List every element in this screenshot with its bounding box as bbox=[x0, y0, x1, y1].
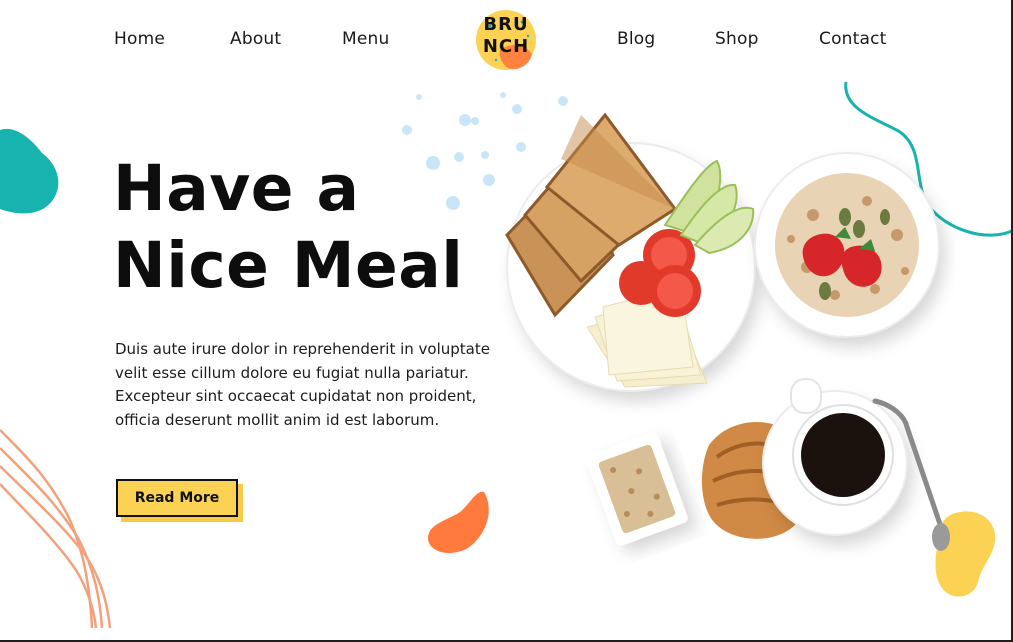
hero-headline: Have a Nice Meal bbox=[113, 150, 463, 304]
landing-page: Home About Menu BRU NCH Blog Shop Contac… bbox=[0, 0, 1013, 642]
description-line: velit esse cillum dolore eu fugiat nulla… bbox=[115, 363, 469, 382]
description-line: officia deserunt mollit anim id est labo… bbox=[115, 410, 440, 429]
read-more-button[interactable]: Read More bbox=[116, 479, 238, 517]
oats-dish bbox=[586, 432, 688, 546]
description-line: Excepteur sint occaecat cupidatat non pr… bbox=[115, 387, 477, 405]
granola-bowl bbox=[754, 152, 940, 338]
peach-wavy-lines bbox=[0, 429, 112, 629]
breakfast-plate bbox=[505, 112, 756, 392]
nav-home[interactable]: Home bbox=[114, 28, 165, 50]
brunch-logo[interactable]: BRU NCH bbox=[470, 6, 542, 74]
logo-line-2: NCH bbox=[482, 36, 530, 57]
nav-shop[interactable]: Shop bbox=[715, 28, 759, 50]
read-more-button-wrap: Read More bbox=[116, 479, 243, 522]
teal-blob-shape bbox=[0, 128, 59, 214]
logo-line-1: BRU bbox=[483, 14, 529, 35]
nav-contact[interactable]: Contact bbox=[819, 28, 887, 50]
headline-line-2: Nice Meal bbox=[113, 229, 464, 302]
nav-about[interactable]: About bbox=[230, 28, 281, 50]
logo-wordmark: BRU NCH bbox=[470, 14, 542, 58]
headline-line-1: Have a bbox=[113, 152, 360, 225]
orange-blob-shape bbox=[428, 491, 489, 553]
nav-blog[interactable]: Blog bbox=[617, 28, 655, 50]
nav-menu[interactable]: Menu bbox=[342, 28, 389, 50]
description-line: Duis aute irure dolor in reprehenderit i… bbox=[115, 340, 490, 358]
hero-description: Duis aute irure dolor in reprehenderit i… bbox=[115, 338, 490, 432]
breakfast-food-image bbox=[505, 112, 950, 551]
